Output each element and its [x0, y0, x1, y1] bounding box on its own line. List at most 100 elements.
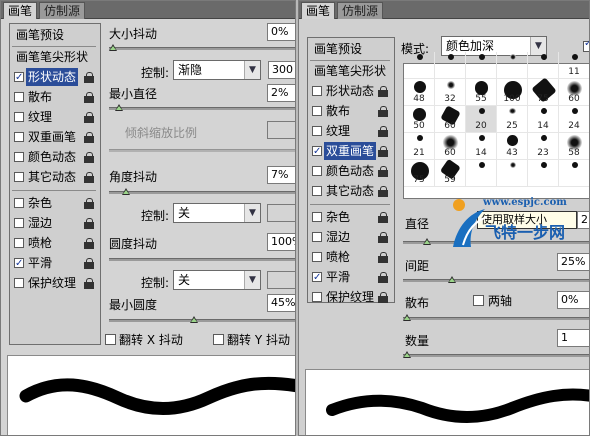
brush-tip-cell[interactable]	[497, 52, 528, 79]
brush-tip-cell[interactable]: 60	[435, 105, 466, 133]
roundness-jitter-value[interactable]: 100%	[267, 233, 295, 251]
min-roundness-value[interactable]: 45%	[267, 294, 295, 312]
brush-setting-4[interactable]: 双重画笔	[12, 128, 96, 146]
brush-setting-11[interactable]: 保护纹理	[12, 274, 96, 292]
setting-checkbox[interactable]	[14, 112, 24, 122]
setting-checkbox[interactable]	[14, 278, 24, 288]
brush-setting-1[interactable]: 形状动态	[12, 68, 96, 87]
brush-setting-3[interactable]: 纹理	[12, 108, 96, 126]
brush-tip-cell[interactable]: 14	[466, 133, 497, 160]
brush-tip-cell[interactable]: 75	[528, 77, 559, 106]
lock-icon[interactable]	[84, 152, 94, 163]
brush-setting-10[interactable]: 平滑	[310, 268, 390, 287]
flip-x-checkbox[interactable]	[105, 334, 116, 345]
min-diameter-value[interactable]: 2%	[267, 84, 295, 102]
tab-clone-source[interactable]: 仿制源	[39, 2, 86, 19]
brush-tip-cell[interactable]	[497, 160, 528, 187]
both-axes-checkbox[interactable]	[473, 295, 484, 306]
lock-icon[interactable]	[378, 106, 388, 117]
brush-setting-7[interactable]: 杂色	[310, 208, 390, 226]
lock-icon[interactable]	[84, 238, 94, 249]
lock-icon[interactable]	[378, 146, 388, 157]
size-jitter-slider[interactable]	[109, 47, 295, 50]
brush-setting-2[interactable]: 散布	[12, 88, 96, 106]
brush-tip-cell[interactable]: 60	[435, 133, 466, 160]
scatter-slider[interactable]	[403, 317, 589, 320]
setting-checkbox[interactable]	[14, 255, 24, 273]
setting-checkbox[interactable]	[14, 132, 24, 142]
count-thumb[interactable]	[403, 351, 411, 358]
brush-tip-cell[interactable]: 55	[466, 79, 497, 106]
setting-checkbox[interactable]	[312, 212, 322, 222]
scatter-value[interactable]: 0%	[557, 291, 589, 309]
setting-checkbox[interactable]	[14, 218, 24, 228]
count-value[interactable]: 1	[557, 329, 589, 347]
brush-tip-cell[interactable]: 20	[466, 106, 497, 133]
setting-checkbox[interactable]	[14, 172, 24, 182]
lock-icon[interactable]	[378, 272, 388, 283]
lock-icon[interactable]	[378, 86, 388, 97]
brush-setting-9[interactable]: 喷枪	[12, 234, 96, 252]
min-diameter-thumb[interactable]	[114, 104, 123, 111]
brush-tip-cell[interactable]: 23	[528, 133, 559, 160]
brush-tip-cell[interactable]: 43	[497, 133, 528, 160]
setting-checkbox[interactable]	[312, 166, 322, 176]
diameter-thumb[interactable]	[423, 238, 431, 245]
brush-tip-cell[interactable]	[404, 52, 435, 79]
tab-brush[interactable]: 画笔	[301, 2, 336, 19]
brush-setting-3[interactable]: 纹理	[310, 122, 390, 140]
lock-icon[interactable]	[84, 218, 94, 229]
lock-icon[interactable]	[84, 92, 94, 103]
lock-icon[interactable]	[378, 252, 388, 263]
flip-y-checkbox[interactable]	[213, 334, 224, 345]
lock-icon[interactable]	[378, 126, 388, 137]
size-jitter-thumb[interactable]	[109, 44, 117, 51]
setting-checkbox[interactable]	[14, 92, 24, 102]
roundness-jitter-slider[interactable]	[109, 258, 295, 261]
brush-setting-0[interactable]: 画笔笔尖形状	[310, 62, 390, 80]
brush-tip-cell[interactable]: 58	[559, 133, 589, 160]
spacing-thumb[interactable]	[448, 276, 456, 283]
brush-setting-0[interactable]: 画笔笔尖形状	[12, 48, 96, 66]
fade-steps-input[interactable]: 300	[268, 61, 295, 79]
brush-setting-6[interactable]: 其它动态	[310, 182, 390, 200]
brush-setting-2[interactable]: 散布	[310, 102, 390, 120]
min-roundness-thumb[interactable]	[190, 316, 198, 323]
brush-setting-1[interactable]: 形状动态	[310, 82, 390, 100]
tab-clone-source[interactable]: 仿制源	[337, 2, 384, 19]
tab-brush[interactable]: 画笔	[3, 2, 38, 19]
setting-checkbox[interactable]	[312, 292, 322, 302]
setting-checkbox[interactable]	[312, 269, 322, 287]
brush-tip-cell[interactable]	[435, 52, 466, 79]
brush-tip-cell[interactable]	[528, 52, 559, 79]
angle-jitter-thumb[interactable]	[121, 188, 130, 195]
brush-setting-8[interactable]: 湿边	[310, 228, 390, 246]
brush-tip-cell[interactable]: 59	[435, 159, 466, 187]
setting-checkbox[interactable]	[312, 86, 322, 96]
lock-icon[interactable]	[84, 112, 94, 123]
setting-checkbox[interactable]	[14, 69, 24, 87]
brush-tip-cell[interactable]	[466, 52, 497, 79]
brush-setting-6[interactable]: 其它动态	[12, 168, 96, 186]
lock-icon[interactable]	[378, 166, 388, 177]
brush-tip-cell[interactable]: 50	[404, 106, 435, 133]
lock-icon[interactable]	[84, 278, 94, 289]
lock-icon[interactable]	[378, 186, 388, 197]
brush-setting-4[interactable]: 双重画笔	[310, 142, 390, 161]
brush-tip-cell[interactable]: 14	[528, 106, 559, 133]
brush-setting-11[interactable]: 保护纹理	[310, 288, 390, 306]
setting-checkbox[interactable]	[312, 143, 322, 161]
roundness-control-select[interactable]: 关 ▼	[173, 270, 261, 290]
brush-tip-cell[interactable]	[559, 160, 589, 187]
size-control-select[interactable]: 渐隐 ▼	[173, 60, 261, 80]
brush-tip-cell[interactable]: 21	[404, 133, 435, 160]
setting-checkbox[interactable]	[312, 126, 322, 136]
size-jitter-value[interactable]: 0%	[267, 23, 295, 41]
brush-setting-7[interactable]: 杂色	[12, 194, 96, 212]
setting-checkbox[interactable]	[312, 232, 322, 242]
flip-checkbox[interactable]	[583, 38, 589, 52]
brush-setting-10[interactable]: 平滑	[12, 254, 96, 273]
lock-icon[interactable]	[84, 172, 94, 183]
brush-tip-cell[interactable]: 25	[497, 106, 528, 133]
spacing-slider[interactable]	[403, 279, 589, 282]
